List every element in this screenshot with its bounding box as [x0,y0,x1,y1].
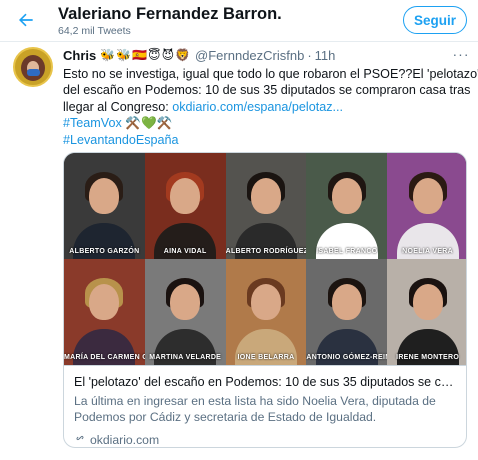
tweet-text-line: del escaño en Podemos: 10 de sus 35 dipu… [63,83,471,98]
person-face [250,178,281,215]
card-domain[interactable]: okdiario.com [74,432,159,447]
card-photo-tile: MARTINA VELARDE [144,259,226,365]
person-face [331,178,362,215]
card-description-line: Podemos por Cádiz y secretaria de Estado… [74,410,377,424]
link-icon [74,432,86,447]
arrow-left-icon [19,13,33,27]
author-emojis: 🐝🐝🇪🇸😇😈🦁 [100,48,192,62]
tweet-timestamp[interactable]: 11h [315,48,336,63]
card-description-line: La última en ingresar en esta lista ha s… [74,394,436,408]
hashtag-emojis: ⚒️💚⚒️ [121,116,173,131]
tweet-author-row: Chris 🐝🐝🇪🇸😇😈🦁 @FernndezCrisfnb · 11h [63,46,335,64]
person-name-label: ISABEL FRANCO [316,248,378,255]
follow-button[interactable]: Seguir [403,6,467,34]
person-name-label: ANTONIO GÓMEZ-REINO [306,354,387,361]
tweet-text-line: Esto no se investiga, igual que todo lo … [63,67,478,81]
card-photo-tile: IONE BELARRA [225,259,307,365]
person-name-label: IRENE MONTERO [396,354,460,361]
tweet-text-prefix: llegar al Congreso: [63,99,173,114]
card-photo-tile: IRENE MONTERO [387,259,466,365]
avatar-mask [27,69,40,76]
card-image[interactable]: ALBERTO GARZÓN AINA VIDAL ALBERTO RODRÍGUE… [64,153,466,365]
author-handle[interactable]: @FernndezCrisfnb [195,48,304,63]
hashtag-line: #LevantandoEspaña [63,132,468,148]
person-name-label: MARTINA VELARDE [149,354,222,361]
person-face [331,284,362,321]
person-face [250,284,281,321]
card-domain-text: okdiario.com [90,432,160,447]
tweet-text: Esto no se investiga, igual que todo lo … [63,66,478,148]
person-name-label: IONE BELARRA [237,354,295,361]
person-face [89,284,120,321]
card-photo-tile: ISABEL FRANCO [306,153,388,259]
hashtag-levantandoespana[interactable]: #LevantandoEspaña [63,133,179,147]
person-face [170,178,201,215]
back-button[interactable] [10,4,42,36]
person-name-label: NOELIA VERA [402,248,454,255]
link-card[interactable]: ALBERTO GARZÓN AINA VIDAL ALBERTO RODRÍGUE… [63,152,467,448]
tweet-text-line: llegar al Congreso: okdiario.com/espana/… [63,99,468,115]
card-photo-tile: MARÍA DEL CARMEN OLIVA [64,259,145,365]
person-name-label: ALBERTO GARZÓN [69,248,140,255]
person-name-label: AINA VIDAL [163,248,207,255]
card-description: La última en ingresar en esta lista ha s… [74,393,459,425]
card-photo-tile: ALBERTO GARZÓN [64,153,145,259]
card-title[interactable]: El 'pelotazo' del escaño en Podemos: 10 … [74,375,459,389]
person-face [412,178,443,215]
card-photo-tile: AINA VIDAL [144,153,226,259]
more-options-icon[interactable]: ··· [452,46,470,62]
tweet[interactable]: Chris 🐝🐝🇪🇸😇😈🦁 @FernndezCrisfnb · 11h ···… [0,42,478,460]
separator-dot: · [307,47,312,63]
card-photo-tile: ALBERTO RODRÍGUEZ [225,153,307,259]
person-face [170,284,201,321]
author-name[interactable]: Chris [63,48,96,63]
profile-name: Valeriano Fernandez Barron. [58,5,282,23]
avatar[interactable] [13,47,53,87]
hashtag-teamvox[interactable]: #TeamVox [63,116,122,130]
person-name-label: MARÍA DEL CARMEN OLIVA [64,354,145,361]
person-face [89,178,120,215]
tweet-count: 64,2 mil Tweets [58,25,131,37]
card-body: El 'pelotazo' del escaño en Podemos: 10 … [64,365,466,447]
person-name-label: ALBERTO RODRÍGUEZ [225,248,307,255]
person-face [412,284,443,321]
tweet-link[interactable]: okdiario.com/espana/pelotaz... [172,100,343,114]
profile-header: Valeriano Fernandez Barron. 64,2 mil Twe… [0,0,478,42]
hashtag-line: #TeamVox ⚒️💚⚒️ [63,115,468,131]
card-photo-tile: NOELIA VERA [387,153,466,259]
card-photo-tile: ANTONIO GÓMEZ-REINO [306,259,388,365]
